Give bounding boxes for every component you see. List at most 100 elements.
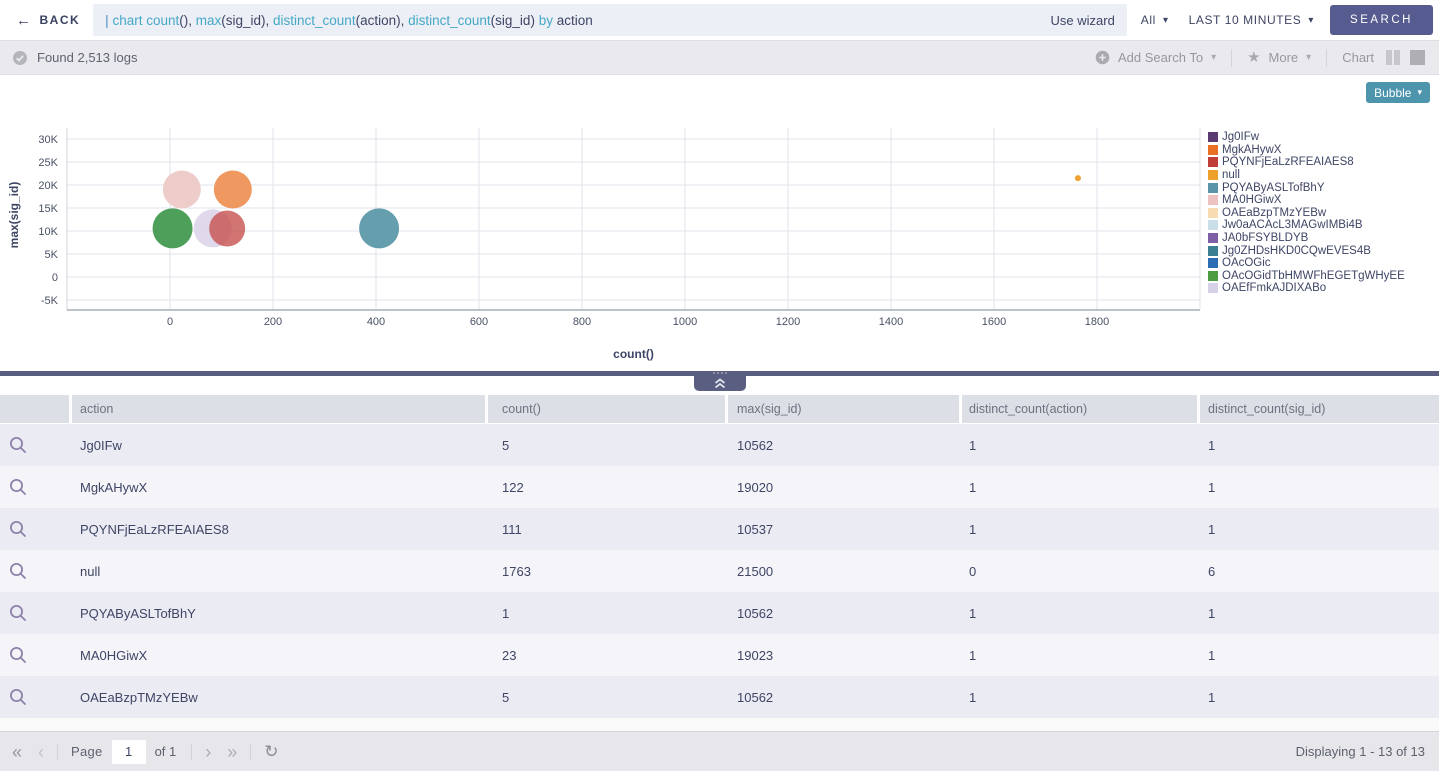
legend-item[interactable]: JA0bFSYBLDYB (1208, 232, 1405, 245)
cell-count(): 23 (488, 634, 728, 676)
scope-dropdown[interactable]: All ▾ (1141, 13, 1169, 27)
column-header[interactable]: distinct_count(sig_id) (1200, 395, 1439, 423)
legend-swatch-icon (1208, 170, 1218, 180)
column-header-icon (0, 395, 72, 423)
column-header[interactable]: count() (488, 395, 728, 423)
use-wizard-link[interactable]: Use wizard (1051, 13, 1115, 28)
row-inspect-button[interactable] (0, 424, 72, 466)
legend-swatch-icon (1208, 246, 1218, 256)
collapse-panel-button[interactable] (694, 376, 746, 391)
cell-distinct_count(sig_id): 1 (1200, 592, 1439, 634)
first-page-button[interactable]: « (12, 743, 22, 761)
query-bar: | chart count(), max(sig_id), distinct_c… (93, 4, 1127, 36)
row-inspect-button[interactable] (0, 634, 72, 676)
search-button[interactable]: SEARCH (1330, 5, 1433, 35)
time-range-dropdown[interactable]: LAST 10 MINUTES ▾ (1189, 13, 1314, 27)
page-input[interactable] (112, 740, 146, 764)
query-input[interactable]: | chart count(), max(sig_id), distinct_c… (105, 13, 1042, 28)
legend-label: PQYNFjEaLzRFEAIAES8 (1222, 156, 1354, 168)
column-header[interactable]: max(sig_id) (728, 395, 962, 423)
x-axis-title: count() (67, 347, 1200, 361)
magnifier-icon (8, 561, 28, 581)
cell-max(sig_id): 19020 (728, 466, 962, 508)
cell-count(): 122 (488, 466, 728, 508)
x-tick-label: 600 (470, 316, 488, 328)
row-inspect-button[interactable] (0, 550, 72, 592)
legend-label: JA0bFSYBLDYB (1222, 232, 1308, 244)
prev-page-button[interactable]: ‹ (38, 743, 44, 761)
legend-item[interactable]: OAcOGic (1208, 257, 1405, 270)
legend-item[interactable]: PQYNFjEaLzRFEAIAES8 (1208, 156, 1405, 169)
chevron-down-icon: ▾ (1417, 87, 1422, 98)
cell-action: MA0HGiwX (72, 634, 488, 676)
row-inspect-button[interactable] (0, 592, 72, 634)
split-view-icon[interactable] (1386, 50, 1400, 65)
legend-item[interactable]: null (1208, 169, 1405, 182)
legend-item[interactable]: Jg0ZHDsHKD0CQwEVES4B (1208, 244, 1405, 257)
toolbar-separator (1231, 49, 1232, 67)
refresh-button[interactable]: ↻ (264, 743, 278, 760)
back-button[interactable]: ← BACK (16, 12, 80, 29)
last-page-button[interactable]: » (227, 743, 237, 761)
table-row: null17632150006 (0, 550, 1439, 592)
legend-swatch-icon (1208, 183, 1218, 193)
cell-max(sig_id): 10562 (728, 592, 962, 634)
cell-action: PQYAByASLTofBhY (72, 592, 488, 634)
bubble-chart-plot[interactable]: 30K25K20K15K10K5K0-5K0200400600800100012… (0, 75, 1210, 337)
row-inspect-button[interactable] (0, 508, 72, 550)
legend-item[interactable]: PQYAByASLTofBhY (1208, 181, 1405, 194)
y-axis-title: max(sig_id) (7, 182, 21, 249)
more-label: More (1269, 50, 1299, 65)
y-tick-label: 15K (38, 203, 58, 215)
full-view-icon[interactable] (1410, 50, 1425, 65)
column-header[interactable]: action (72, 395, 488, 423)
legend-item[interactable]: OAEfFmkAJDIXABo (1208, 282, 1405, 295)
chevron-down-icon: ▾ (1163, 15, 1169, 26)
legend-swatch-icon (1208, 208, 1218, 218)
chart-type-dropdown[interactable]: Bubble ▾ (1366, 82, 1430, 103)
cell-distinct_count(sig_id): 1 (1200, 508, 1439, 550)
cell-count(): 5 (488, 424, 728, 466)
add-search-to-button[interactable]: Add Search To ▾ (1095, 50, 1216, 65)
footer-separator (250, 744, 251, 760)
legend-label: OAcOGic (1222, 257, 1271, 269)
next-page-button[interactable]: › (205, 743, 211, 761)
legend-item[interactable]: Jw0aACAcL3MAGwIMBi4B (1208, 219, 1405, 232)
row-inspect-button[interactable] (0, 466, 72, 508)
legend-item[interactable]: Jg0IFw (1208, 131, 1405, 144)
legend-item[interactable]: OAEaBzpTMzYEBw (1208, 207, 1405, 220)
x-tick-label: 1400 (879, 316, 903, 328)
cell-distinct_count(sig_id): 6 (1200, 550, 1439, 592)
legend-item[interactable]: MA0HGiwX (1208, 194, 1405, 207)
panel-divider[interactable] (0, 371, 1439, 376)
x-tick-label: 1800 (1085, 316, 1109, 328)
table-header-row: actioncount()max(sig_id)distinct_count(a… (0, 395, 1439, 423)
bubble-Jg0ZHDsHKD0CQwEVES4B[interactable] (359, 208, 399, 248)
cell-max(sig_id): 21500 (728, 550, 962, 592)
bubble-OAcOGidTbHMWFhEGETgWHyEE[interactable] (153, 208, 193, 248)
legend-item[interactable]: OAcOGidTbHMWFhEGETgWHyEE (1208, 270, 1405, 283)
cell-distinct_count(action): 1 (962, 634, 1200, 676)
bubble-null[interactable] (1075, 175, 1081, 181)
query-token: by (539, 13, 557, 28)
page-label: Page (71, 744, 103, 759)
bubble-PQYNFjEaLzRFEAIAES8[interactable] (209, 211, 245, 247)
column-header[interactable]: distinct_count(action) (962, 395, 1200, 423)
legend-swatch-icon (1208, 157, 1218, 167)
bubble-MgkAHywX[interactable] (214, 171, 252, 209)
chevron-down-icon: ▾ (1308, 15, 1314, 26)
magnifier-icon (8, 687, 28, 707)
more-button[interactable]: ★ More ▾ (1247, 50, 1311, 65)
table-row: MgkAHywX1221902011 (0, 466, 1439, 508)
cell-count(): 5 (488, 676, 728, 718)
bubble-MA0HGiwX[interactable] (163, 170, 201, 208)
results-table: actioncount()max(sig_id)distinct_count(a… (0, 395, 1439, 718)
row-inspect-button[interactable] (0, 676, 72, 718)
cell-max(sig_id): 10562 (728, 424, 962, 466)
cell-action: OAEaBzpTMzYEBw (72, 676, 488, 718)
query-token: (sig_id), (221, 13, 273, 28)
topbar: ← BACK | chart count(), max(sig_id), dis… (0, 0, 1439, 40)
legend-item[interactable]: MgkAHywX (1208, 144, 1405, 157)
x-tick-label: 800 (573, 316, 591, 328)
drag-handle-icon (713, 372, 727, 374)
